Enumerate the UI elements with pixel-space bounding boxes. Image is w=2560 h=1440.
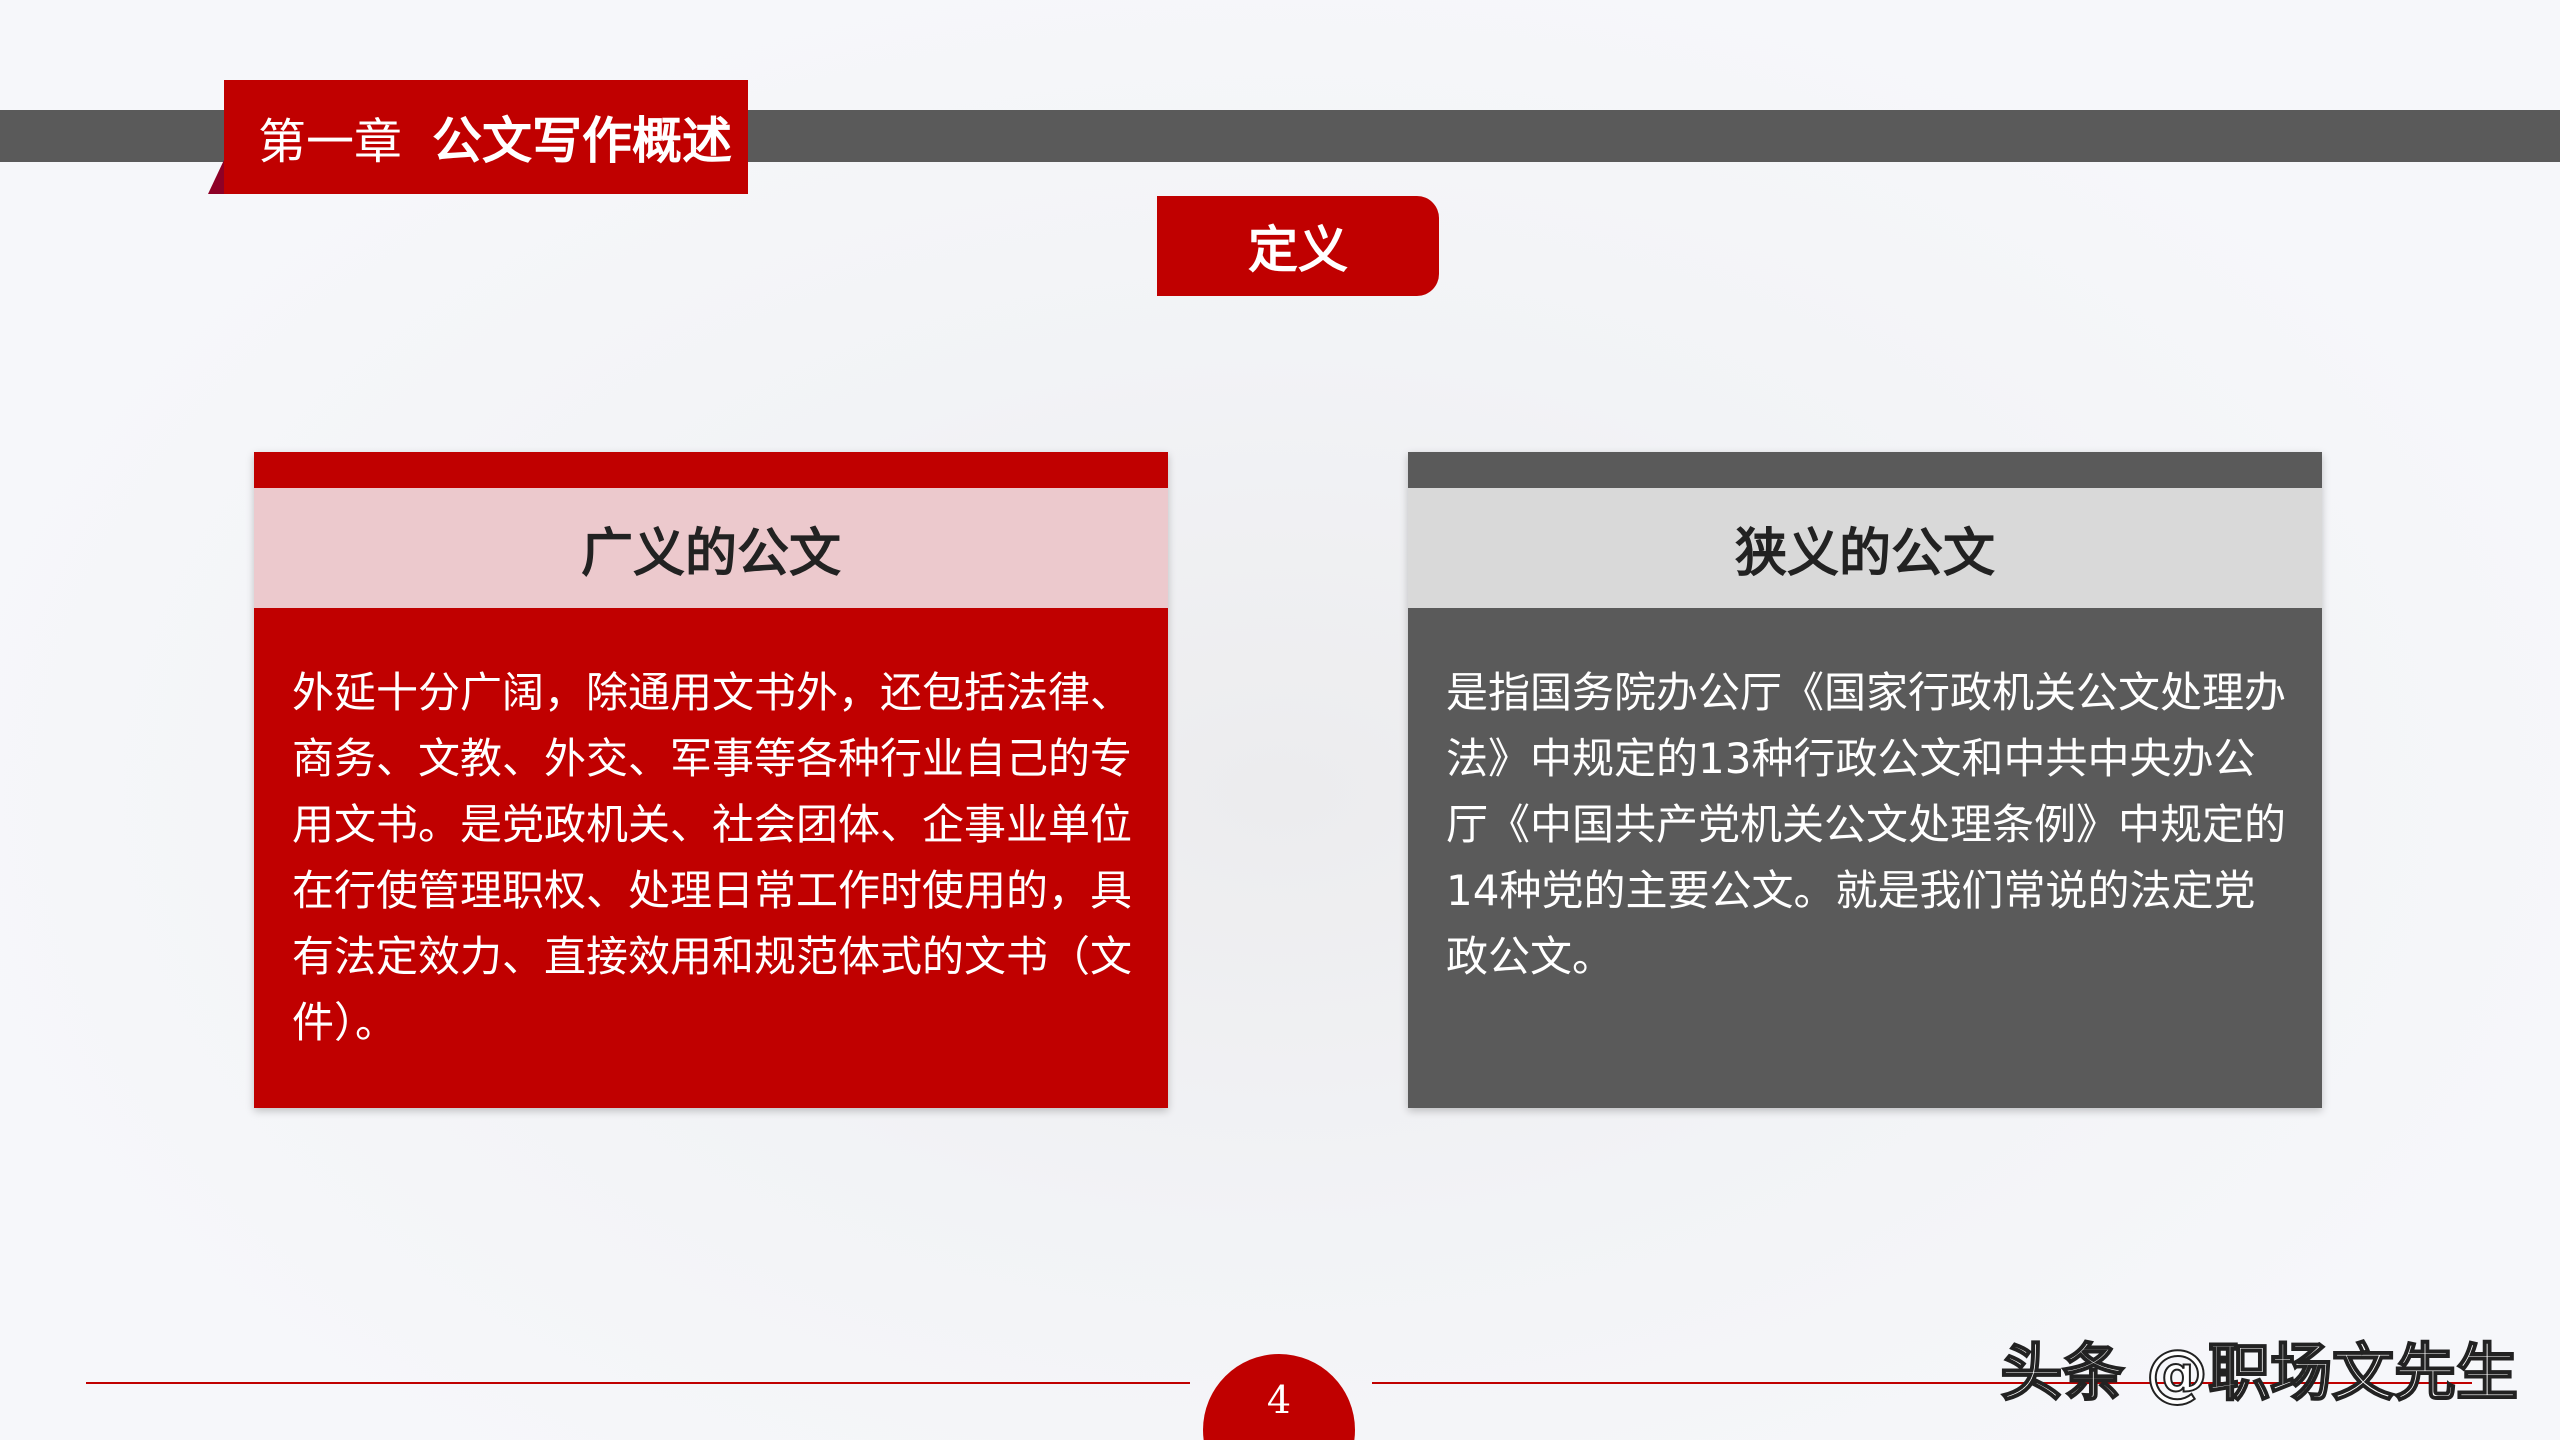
definition-tag: 定义 bbox=[1157, 196, 1439, 296]
broad-definition-card: 广义的公文 外延十分广阔，除通用文书外，还包括法律、商务、文教、外交、军事等各种… bbox=[254, 452, 1168, 1108]
card-body: 是指国务院办公厅《国家行政机关公文处理办法》中规定的13种行政公文和中共中央办公… bbox=[1446, 668, 2287, 981]
card-title: 广义的公文 bbox=[254, 488, 1168, 608]
narrow-definition-card: 狭义的公文 是指国务院办公厅《国家行政机关公文处理办法》中规定的13种行政公文和… bbox=[1408, 452, 2322, 1108]
footer-line-left bbox=[86, 1382, 1190, 1384]
card-body: 外延十分广阔，除通用文书外，还包括法律、商务、文教、外交、军事等各种行业自己的专… bbox=[292, 668, 1133, 1047]
page-number: 4 bbox=[1203, 1354, 1355, 1440]
chapter-tag: 第一章 公文写作概述 bbox=[208, 80, 748, 194]
chapter-title: 公文写作概述 bbox=[432, 112, 733, 170]
card-title: 狭义的公文 bbox=[1408, 488, 2322, 608]
watermark: 头条 @职场文先生 bbox=[1999, 1335, 2519, 1410]
slide: 第一章 公文写作概述 定义 广义的公文 外延十分广阔，除通用文书外，还包括法律、… bbox=[0, 0, 2560, 1440]
tag-fold bbox=[208, 160, 224, 194]
chapter-number: 第一章 bbox=[258, 114, 403, 170]
